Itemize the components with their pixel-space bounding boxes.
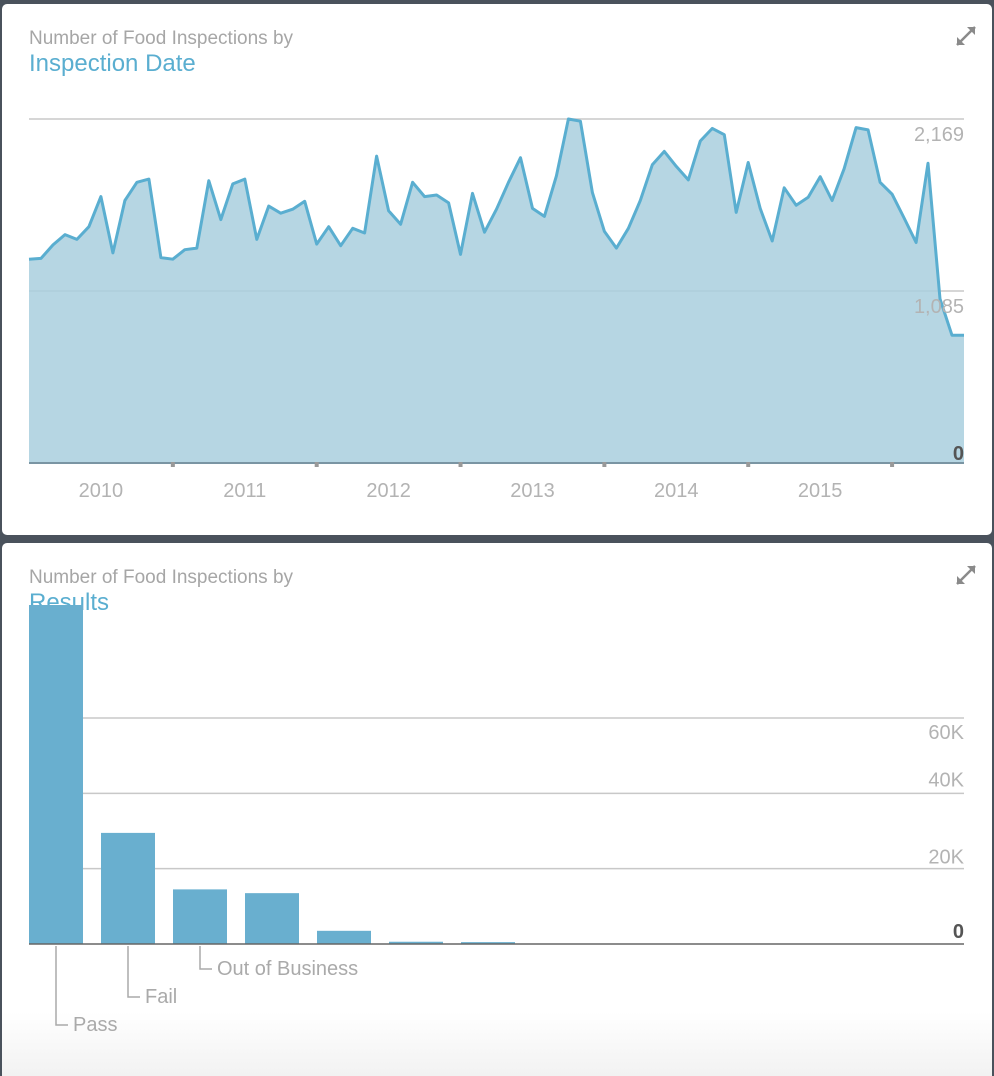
inspection-date-area-chart[interactable]: 2,169 1,085 0 2010 2011 2012 2013 2014 2015 [2,4,992,535]
x-tick-mark [890,462,895,467]
category-leader-line [199,946,212,970]
x-tick-label: 2011 [223,480,266,502]
results-panel: Number of Food Inspections by Results 02… [2,543,992,1076]
bar[interactable] [101,832,155,944]
bar[interactable] [29,605,83,944]
y-tick-label: 20K [928,847,964,869]
results-bar-chart[interactable]: 0 20K 40K 60K Pass Fail Out of Business [2,543,992,1076]
bar[interactable] [245,893,299,944]
x-tick-mark [458,462,463,467]
y-tick-label: 0 [953,443,964,465]
y-tick-label: 40K [928,769,964,791]
y-tick-label: 1,085 [914,296,964,318]
x-tick-label: 2014 [654,480,699,502]
area-fill [29,119,964,463]
y-tick-label: 60K [928,722,964,744]
x-tick-label: 2012 [366,480,411,502]
inspection-date-panel: Number of Food Inspections by Inspection… [2,4,992,535]
x-tick-mark [602,462,607,467]
x-tick-label: 2013 [510,480,555,502]
x-tick-mark [746,462,751,467]
y-tick-label: 2,169 [914,124,964,146]
category-label[interactable]: Fail [145,986,177,1008]
category-label[interactable]: Out of Business [217,958,358,980]
category-leader-line [127,946,140,998]
bar[interactable] [317,930,371,944]
x-tick-mark [170,462,175,467]
y-tick-label: 0 [953,921,964,943]
x-tick-label: 2010 [79,480,124,502]
category-label[interactable]: Pass [73,1014,117,1036]
category-leader-line [55,946,68,1026]
x-tick-label: 2015 [798,480,843,502]
bar[interactable] [173,889,227,944]
x-tick-mark [314,462,319,467]
